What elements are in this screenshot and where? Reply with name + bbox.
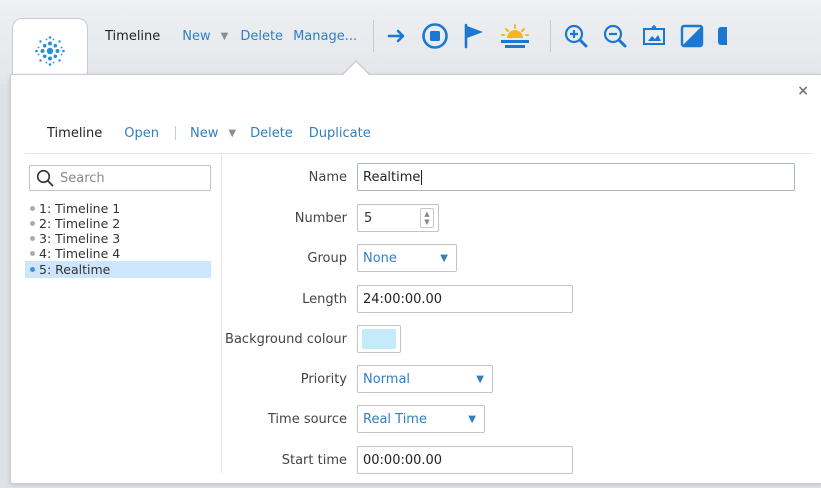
toolbar-title: Timeline — [105, 28, 161, 44]
length-value: 24:00:00.00 — [363, 291, 443, 307]
name-label: Name — [308, 169, 347, 185]
background-colour-label: Background colour — [225, 331, 347, 347]
name-field[interactable]: Realtime — [357, 163, 795, 191]
list-item-selected[interactable]: 5: Realtime — [25, 261, 211, 278]
panel-divider — [25, 153, 813, 154]
list-item[interactable]: 4: Timeline 4 — [25, 246, 211, 261]
time-source-row: Time source Real Time ▼ — [223, 405, 485, 433]
stepper-arrows-icon[interactable]: ▲ ▼ — [420, 208, 434, 228]
stop-icon[interactable] — [421, 22, 449, 50]
number-label: Number — [294, 210, 347, 226]
popup-pointer-fill — [342, 62, 370, 76]
bullet-icon — [30, 236, 35, 241]
number-value: 5 — [364, 210, 373, 226]
top-toolbar: Timeline New ▼ Delete Manage... — [0, 0, 821, 88]
background-colour-row: Background colour — [223, 325, 401, 353]
list-item[interactable]: 2: Timeline 2 — [25, 216, 211, 231]
bullet-icon — [30, 251, 35, 256]
group-row: Group None ▼ — [223, 244, 457, 272]
chevron-down-icon: ▼ — [468, 413, 476, 425]
start-time-row: Start time 00:00:00.00 — [223, 446, 573, 474]
bullet-icon — [30, 206, 35, 211]
color-swatch — [362, 329, 396, 349]
delete-timeline-button[interactable]: Delete — [250, 126, 293, 141]
chevron-down-icon: ▼ — [440, 252, 448, 264]
bullet-icon — [30, 221, 35, 226]
timeline-subtoolbar: Timeline Open New ▼ Delete Duplicate — [47, 123, 387, 143]
group-label: Group — [307, 250, 347, 266]
starburst-logo-icon — [35, 36, 65, 66]
toolbar-divider — [373, 20, 375, 52]
text-cursor — [421, 169, 423, 185]
duplicate-button[interactable]: Duplicate — [309, 126, 371, 141]
priority-value: Normal — [363, 371, 411, 387]
priority-label: Priority — [300, 371, 347, 387]
time-source-label: Time source — [267, 411, 347, 427]
group-select[interactable]: None ▼ — [357, 244, 457, 272]
toolbar-divider — [550, 20, 552, 52]
manage-button[interactable]: Manage... — [293, 29, 357, 44]
contrast-icon[interactable] — [680, 24, 704, 48]
new-button[interactable]: New — [182, 29, 210, 44]
priority-select[interactable]: Normal ▼ — [357, 365, 493, 393]
time-source-value: Real Time — [363, 411, 427, 427]
name-row: Name Realtime — [223, 163, 795, 191]
start-time-label: Start time — [281, 452, 347, 468]
length-row: Length 24:00:00.00 — [223, 285, 573, 313]
priority-row: Priority Normal ▼ — [223, 365, 493, 393]
time-source-select[interactable]: Real Time ▼ — [357, 405, 485, 433]
more-icon[interactable] — [717, 24, 728, 48]
start-time-value: 00:00:00.00 — [363, 452, 443, 468]
close-icon[interactable]: × — [797, 83, 809, 99]
new-dropdown-caret-icon[interactable]: ▼ — [221, 31, 229, 42]
number-stepper[interactable]: 5 ▲ ▼ — [357, 204, 439, 232]
open-button[interactable]: Open — [124, 126, 159, 141]
length-field[interactable]: 24:00:00.00 — [357, 285, 573, 313]
zoom-in-icon[interactable] — [563, 23, 589, 49]
new-timeline-button[interactable]: New — [190, 126, 218, 141]
sunrise-icon[interactable] — [499, 23, 531, 49]
delete-button[interactable]: Delete — [240, 29, 283, 44]
number-row: Number 5 ▲ ▼ — [223, 204, 439, 232]
chevron-down-icon: ▼ — [476, 373, 484, 385]
fit-view-icon[interactable] — [641, 24, 667, 48]
group-value: None — [363, 250, 397, 266]
manage-timelines-popup: × Timeline Open New ▼ Delete Duplicate S… — [10, 74, 821, 484]
search-icon — [36, 169, 54, 187]
search-input[interactable]: Search — [29, 165, 211, 191]
list-item[interactable]: 3: Timeline 3 — [25, 231, 211, 246]
background-colour-picker[interactable] — [357, 325, 401, 353]
list-item[interactable]: 1: Timeline 1 — [25, 201, 211, 216]
main-toolbar: Timeline New ▼ Delete Manage... — [105, 14, 740, 58]
zoom-out-icon[interactable] — [602, 23, 628, 49]
flag-icon[interactable] — [462, 23, 486, 49]
column-divider — [221, 155, 222, 473]
bullet-icon — [30, 267, 35, 272]
length-label: Length — [302, 291, 347, 307]
subtoolbar-title: Timeline — [47, 125, 103, 141]
name-value: Realtime — [363, 169, 421, 185]
subtoolbar-divider — [175, 126, 177, 140]
new-timeline-caret-icon[interactable]: ▼ — [228, 128, 236, 139]
start-time-field[interactable]: 00:00:00.00 — [357, 446, 573, 474]
timeline-list: 1: Timeline 1 2: Timeline 2 3: Timeline … — [25, 201, 211, 278]
search-placeholder: Search — [60, 170, 105, 186]
arrow-right-icon[interactable] — [386, 25, 408, 47]
